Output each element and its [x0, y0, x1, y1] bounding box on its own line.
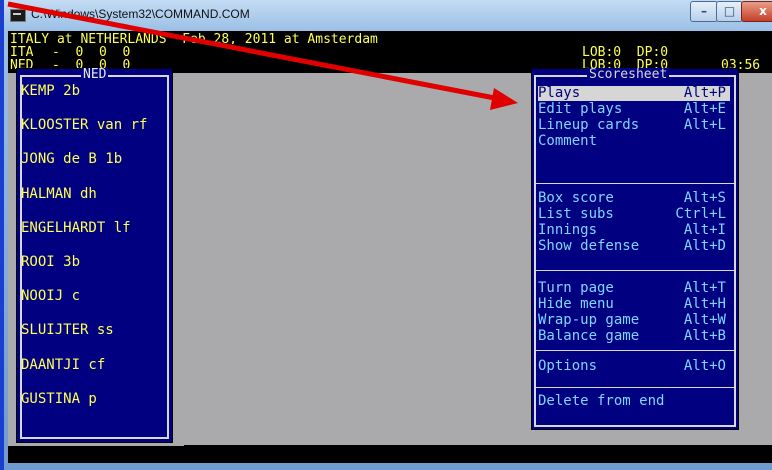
arrow-line	[7, 1, 506, 103]
arrow-head	[490, 88, 518, 110]
annotation-arrow	[7, 1, 518, 110]
